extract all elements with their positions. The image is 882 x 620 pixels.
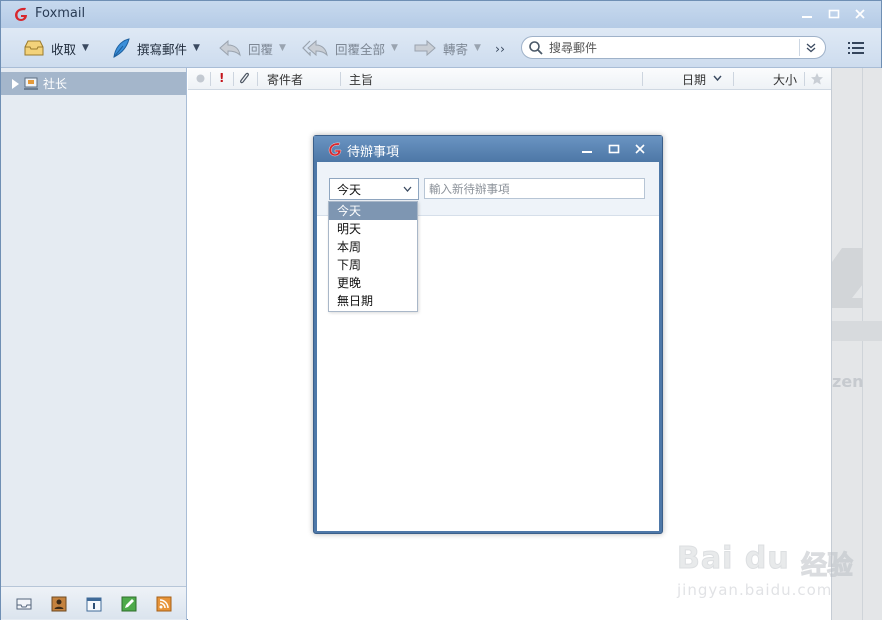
minimize-button[interactable]: [797, 5, 817, 23]
chevron-down-icon[interactable]: ▼: [279, 43, 286, 53]
compose-label: 撰寫郵件: [137, 41, 188, 57]
foxmail-window: Foxmail 收取 ▼ 撰寫郵件 ▼ 回覆 ▼ 回覆全部 ▼ 轉寄 ▼ ›› …: [0, 0, 882, 620]
watermark-url: jingyan.baidu.com: [677, 581, 833, 599]
app-title: Foxmail: [35, 6, 86, 21]
sort-chevron-down-icon[interactable]: [713, 75, 722, 82]
reply-button[interactable]: 回覆 ▼: [218, 35, 286, 61]
read-status-dot-icon[interactable]: [196, 74, 205, 83]
due-date-dropdown: 今天 明天 本周 下周 更晚 無日期: [328, 201, 418, 312]
sidebar-module-bar: [1, 586, 186, 619]
receive-label: 收取: [51, 41, 77, 57]
account-icon: [24, 77, 38, 90]
expand-triangle-icon[interactable]: [12, 78, 19, 89]
contacts-module-icon[interactable]: [51, 596, 67, 612]
reply-all-button[interactable]: 回覆全部 ▼: [301, 35, 398, 61]
column-separator: [733, 72, 734, 86]
chevron-down-icon[interactable]: ▼: [193, 43, 200, 53]
minimize-icon: [802, 16, 812, 18]
due-date-select[interactable]: 今天: [329, 178, 419, 200]
dropdown-option[interactable]: 下周: [329, 256, 417, 274]
background-logo-graphic: [832, 248, 863, 308]
double-chevron-down-icon: [806, 43, 815, 52]
todo-dialog-titlebar[interactable]: 待辦事項: [314, 136, 662, 162]
list-menu-icon[interactable]: [847, 41, 865, 55]
minimize-icon: [582, 151, 592, 153]
forward-arrow-icon: [414, 39, 436, 57]
maximize-button[interactable]: [824, 5, 844, 23]
column-separator: [233, 72, 234, 86]
reply-label: 回覆: [248, 41, 274, 57]
column-date[interactable]: 日期: [682, 71, 706, 88]
mail-module-icon[interactable]: [16, 596, 32, 612]
column-subject[interactable]: 主旨: [349, 71, 373, 88]
search-box[interactable]: [521, 36, 826, 59]
watermark-cn: 经验: [800, 551, 854, 582]
new-task-input[interactable]: [424, 178, 645, 199]
maximize-icon: [608, 144, 620, 154]
todo-minimize-button[interactable]: [578, 141, 596, 157]
account-name: 社长: [43, 77, 68, 91]
close-icon: [855, 9, 865, 19]
baidu-watermark: Bai du 经验 jingyan.baidu.com: [677, 537, 877, 607]
todo-maximize-button[interactable]: [605, 141, 623, 157]
due-date-selected: 今天: [337, 182, 362, 197]
rss-module-icon[interactable]: [156, 596, 172, 612]
column-separator: [804, 72, 805, 86]
column-separator: [210, 72, 211, 86]
todo-close-button[interactable]: [631, 141, 649, 157]
attachment-paperclip-icon[interactable]: [237, 71, 251, 87]
background-brand-text: zen: [832, 372, 864, 391]
title-bar[interactable]: Foxmail: [1, 1, 881, 28]
column-priority[interactable]: !: [219, 71, 224, 85]
dropdown-option[interactable]: 今天: [329, 202, 417, 220]
dropdown-option[interactable]: 無日期: [329, 292, 417, 310]
mail-list-header: ! 寄件者 主旨 日期 大小: [188, 68, 831, 90]
search-input[interactable]: [549, 39, 789, 56]
dropdown-option[interactable]: 明天: [329, 220, 417, 238]
dropdown-option[interactable]: 更晚: [329, 274, 417, 292]
compose-button[interactable]: 撰寫郵件 ▼: [111, 35, 200, 61]
column-size[interactable]: 大小: [773, 71, 797, 88]
more-tools-button[interactable]: ››: [495, 35, 505, 61]
chevron-down-icon[interactable]: ▼: [474, 43, 481, 53]
column-separator: [340, 72, 341, 86]
forward-label: 轉寄: [443, 41, 469, 57]
notes-module-icon[interactable]: [121, 596, 137, 612]
chevron-down-icon[interactable]: ▼: [82, 43, 89, 53]
inbox-tray-icon: [24, 40, 44, 56]
watermark-brand: Bai du: [677, 541, 790, 577]
foxmail-logo-icon: [15, 7, 27, 21]
feather-pen-icon: [113, 38, 130, 58]
calendar-module-icon[interactable]: [86, 596, 102, 612]
close-icon: [635, 144, 645, 154]
more-label: ››: [495, 40, 505, 56]
todo-dialog: 待辦事項 今天: [313, 135, 663, 534]
receive-button[interactable]: 收取 ▼: [23, 35, 89, 61]
background-band: [832, 321, 882, 341]
sidebar: 社长: [1, 68, 187, 620]
close-button[interactable]: [850, 5, 870, 23]
reply-all-label: 回覆全部: [335, 41, 386, 57]
column-sender[interactable]: 寄件者: [267, 71, 303, 88]
dropdown-option[interactable]: 本周: [329, 238, 417, 256]
maximize-icon: [828, 9, 840, 19]
todo-dialog-title: 待辦事項: [347, 145, 400, 160]
forward-button[interactable]: 轉寄 ▼: [413, 35, 481, 61]
chevron-down-icon: [403, 186, 412, 192]
chevron-down-icon[interactable]: ▼: [391, 43, 398, 53]
star-icon[interactable]: [810, 72, 824, 86]
reply-all-arrow-icon: [302, 39, 328, 57]
column-separator: [257, 72, 258, 86]
sidebar-account-item[interactable]: 社长: [1, 72, 186, 95]
foxmail-logo-icon: [328, 142, 342, 157]
reply-arrow-icon: [219, 39, 241, 57]
search-icon: [529, 41, 543, 55]
column-separator: [642, 72, 643, 86]
search-options-button[interactable]: [799, 39, 821, 56]
